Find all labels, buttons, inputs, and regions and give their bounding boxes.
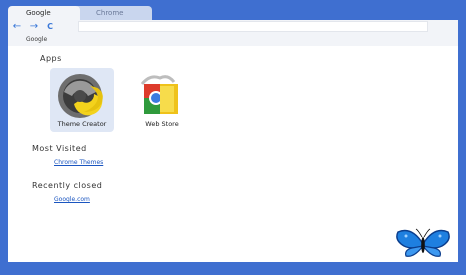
forward-arrow-icon[interactable]: → [28, 20, 40, 34]
most-visited-link[interactable]: Chrome Themes [54, 159, 103, 166]
address-bar[interactable] [78, 21, 428, 32]
tab-label: Google [26, 9, 51, 17]
back-arrow-icon[interactable]: ← [11, 20, 23, 34]
recently-closed-link[interactable]: Google.com [54, 196, 90, 203]
theme-creator-icon [58, 74, 103, 118]
bookmarks-bar: Google [8, 34, 458, 46]
reload-icon[interactable]: C [44, 20, 56, 34]
tab-chrome[interactable]: Chrome [74, 6, 152, 20]
bookmark-google[interactable]: Google [26, 34, 47, 46]
tab-google[interactable]: Google [8, 6, 80, 20]
tab-label: Chrome [96, 9, 124, 17]
recently-closed-title: Recently closed [32, 181, 103, 190]
apps-section-title: Apps [40, 54, 62, 63]
tab-strip: Chrome Google [0, 0, 466, 20]
bottom-frame-strip [8, 262, 208, 270]
app-label: Theme Creator [57, 120, 107, 128]
app-label: Web Store [145, 120, 179, 128]
browser-frame: Chrome Google ← → C Google Apps Theme Cr… [0, 0, 466, 275]
app-theme-creator[interactable]: Theme Creator [50, 68, 114, 132]
butterfly-icon [396, 228, 450, 257]
most-visited-title: Most Visited [32, 144, 87, 153]
app-web-store[interactable]: Web Store [130, 68, 194, 132]
new-tab-page: Apps Theme Creator Web Store Most Visite… [8, 46, 458, 262]
toolbar: ← → C [8, 20, 458, 34]
web-store-icon [140, 75, 178, 114]
